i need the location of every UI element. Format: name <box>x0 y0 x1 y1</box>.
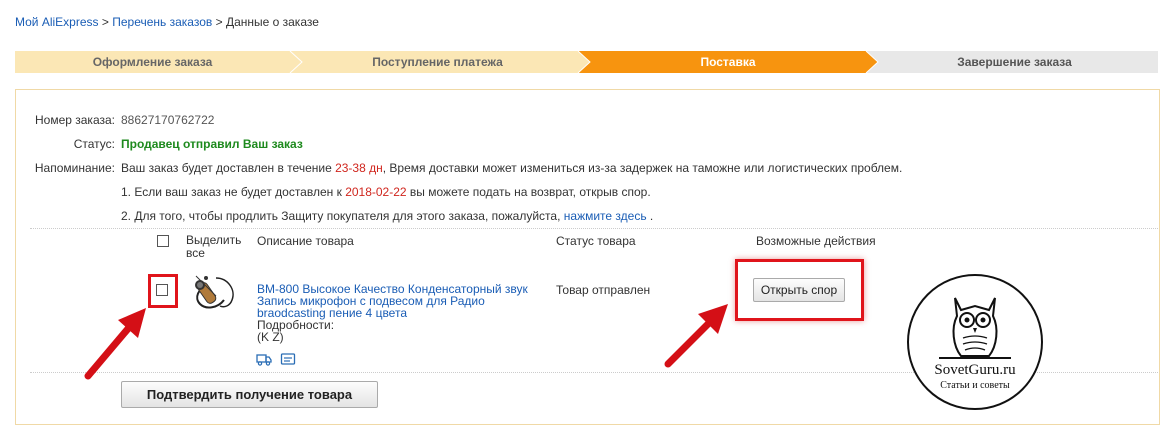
reminder-text: Ваш заказ будет доставлен в течение 23-3… <box>121 161 902 175</box>
breadcrumb-separator: > <box>212 15 226 29</box>
column-header-description: Описание товара <box>257 234 354 248</box>
breadcrumb: Мой AliExpress > Перечень заказов > Данн… <box>15 15 319 29</box>
divider <box>30 228 1158 229</box>
extend-protection-link[interactable]: нажмите здесь <box>564 209 647 223</box>
status-label: Статус: <box>73 137 115 151</box>
message-icon[interactable] <box>280 352 296 366</box>
reminder-text-end: , Время доставки может измениться из-за … <box>382 161 903 175</box>
reminder-note-2: 2. Для того, чтобы продлить Защиту покуп… <box>121 209 653 223</box>
breadcrumb-my-aliexpress[interactable]: Мой AliExpress <box>15 15 99 29</box>
order-number-label: Номер заказа: <box>34 113 115 127</box>
step-delivery: Поставка <box>700 55 756 69</box>
item-status: Товар отправлен <box>556 283 651 297</box>
note1-text-start: 1. Если ваш заказ не будет доставлен к <box>121 185 346 199</box>
product-image[interactable] <box>186 268 242 316</box>
note2-text-end: . <box>646 209 654 223</box>
step-order-placed: Оформление заказа <box>92 55 213 69</box>
open-dispute-button[interactable]: Открыть спор <box>753 278 845 302</box>
product-details-label: Подробности: <box>257 318 335 332</box>
column-header-actions: Возможные действия <box>756 234 876 248</box>
sovetguru-logo: SovetGuru.ru Статьи и советы <box>907 274 1043 410</box>
note1-text-end: вы можете подать на возврат, открыв спор… <box>406 185 651 199</box>
step-payment-received: Поступление платежа <box>372 55 503 69</box>
delivery-days: 23-38 дн <box>335 161 383 175</box>
breadcrumb-current: Данные о заказе <box>225 15 319 29</box>
order-status-value: Продавец отправил Ваш заказ <box>121 137 303 151</box>
reminder-text-start: Ваш заказ будет доставлен в течение <box>121 161 336 175</box>
order-progress-steps: Оформление заказа Поступление платежа По… <box>15 51 1158 73</box>
order-number-value: 88627170762722 <box>121 113 215 127</box>
reminder-label: Напоминание: <box>34 161 115 175</box>
logo-site-name: SovetGuru.ru <box>934 362 1016 378</box>
arrow-annotation-icon <box>84 308 146 380</box>
select-all-checkbox[interactable] <box>157 235 169 247</box>
item-select-checkbox[interactable] <box>156 284 168 296</box>
breadcrumb-orders-list[interactable]: Перечень заказов <box>112 15 212 29</box>
reminder-note-1: 1. Если ваш заказ не будет доставлен к 2… <box>121 185 651 199</box>
dispute-deadline-date: 2018-02-22 <box>345 185 407 199</box>
step-order-complete: Завершение заказа <box>957 55 1072 69</box>
note2-text-start: 2. Для того, чтобы продлить Защиту покуп… <box>121 209 564 223</box>
product-title-link[interactable]: BM-800 Высокое Качество Конденсаторный з… <box>257 283 528 343</box>
microphone-product-image <box>195 275 234 309</box>
select-all-label: Выделить все <box>186 234 241 260</box>
arrow-annotation-icon <box>664 304 728 368</box>
truck-icon[interactable] <box>256 352 272 366</box>
logo-tagline: Статьи и советы <box>940 380 1010 391</box>
confirm-receipt-button[interactable]: Подтвердить получение товара <box>121 381 378 408</box>
column-header-status: Статус товара <box>556 234 636 248</box>
select-all-label-line2: все <box>186 246 205 260</box>
product-details-value: (K Z) <box>257 330 284 344</box>
breadcrumb-separator: > <box>98 15 113 29</box>
